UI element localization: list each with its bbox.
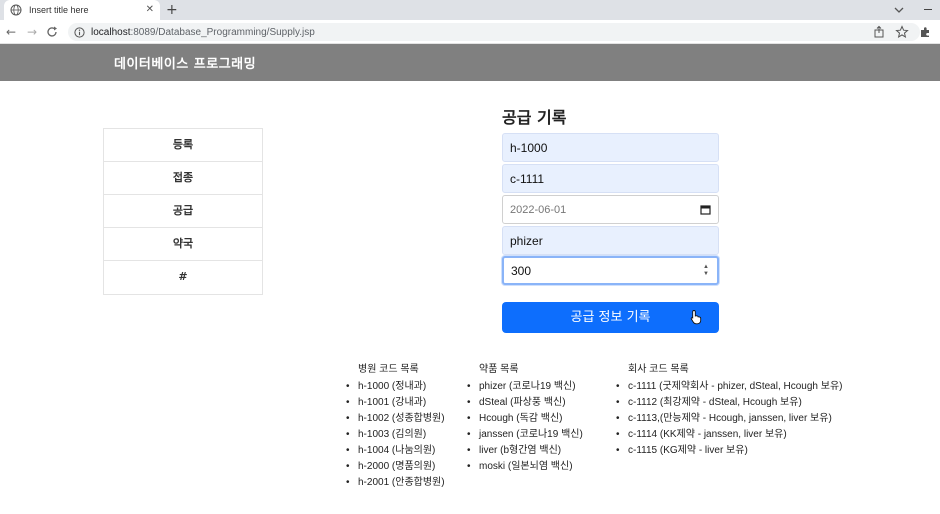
quantity-input[interactable]: 300 ▲ ▼ xyxy=(502,256,719,285)
hospital-code-list: 병원 코드 목록 h-1000 (정내과) h-1001 (강내과) h-100… xyxy=(346,360,445,491)
chevron-down-icon[interactable] xyxy=(892,3,906,17)
forward-arrow-icon[interactable]: → xyxy=(25,25,39,39)
supply-date-input[interactable]: 2022-06-01 xyxy=(502,195,719,224)
extensions-icon[interactable] xyxy=(918,25,932,39)
list-item: c-1114 (KK제약 - janssen, liver 보유) xyxy=(616,427,842,443)
calendar-icon[interactable] xyxy=(700,204,711,215)
list-item: h-2001 (안종합병원) xyxy=(346,475,445,491)
vaccine-input[interactable]: phizer xyxy=(502,226,719,255)
url-text: localhost:8089/Database_Programming/Supp… xyxy=(91,27,315,38)
list-item: c-1115 (KG제약 - liver 보유) xyxy=(616,443,842,459)
tab-title: Insert title here xyxy=(29,5,89,15)
menu-item-supply[interactable]: 공급 xyxy=(104,195,262,228)
list-item: moski (일본뇌염 백신) xyxy=(467,459,583,475)
back-arrow-icon[interactable]: ← xyxy=(4,25,18,39)
list-item: h-1004 (나눔의원) xyxy=(346,443,445,459)
info-icon[interactable] xyxy=(74,26,85,38)
vaccine-value: phizer xyxy=(510,233,543,248)
list-item: h-1000 (정내과) xyxy=(346,379,445,395)
submit-supply-button[interactable]: 공급 정보 기록 xyxy=(502,302,719,333)
list-item: Hcough (독감 백신) xyxy=(467,411,583,427)
list-item: janssen (코로나19 백신) xyxy=(467,427,583,443)
company-code-input[interactable]: c-1111 xyxy=(502,164,719,193)
globe-icon xyxy=(10,4,22,16)
address-bar[interactable]: localhost:8089/Database_Programming/Supp… xyxy=(68,23,920,41)
form-title: 공급 기록 xyxy=(502,108,567,127)
hospital-code-input[interactable]: h-1000 xyxy=(502,133,719,162)
list-item: h-1003 (김의원) xyxy=(346,427,445,443)
browser-tab-strip: Insert title here ✕ + xyxy=(0,0,940,20)
list-item: phizer (코로나19 백신) xyxy=(467,379,583,395)
share-icon[interactable] xyxy=(872,25,886,39)
site-header: 데이터베이스 프로그래밍 xyxy=(0,44,940,81)
list-item: liver (b형간염 백신) xyxy=(467,443,583,459)
new-tab-button[interactable]: + xyxy=(166,2,178,18)
url-path: :8089/Database_Programming/Supply.jsp xyxy=(130,26,315,38)
list-item: h-1001 (강내과) xyxy=(346,395,445,411)
list-item: h-1002 (성종합병원) xyxy=(346,411,445,427)
company-code-list: 회사 코드 목록 c-1111 (굿제약회사 - phizer, dSteal,… xyxy=(616,360,842,459)
tab-close-icon[interactable]: ✕ xyxy=(146,5,154,15)
list-item: h-2000 (명품의원) xyxy=(346,459,445,475)
site-brand-link[interactable]: 데이터베이스 프로그래밍 xyxy=(114,53,256,72)
menu-item-pharmacy[interactable]: 약국 xyxy=(104,228,262,261)
menu-item-vaccination[interactable]: 접종 xyxy=(104,162,262,195)
hand-cursor-icon xyxy=(690,310,702,325)
vaccine-list-heading: 약품 목록 xyxy=(479,364,519,375)
hospital-code-value: h-1000 xyxy=(510,140,548,155)
menu-item-register[interactable]: 등록 xyxy=(104,129,262,162)
company-code-value: c-1111 xyxy=(510,171,545,186)
supply-date-value: 2022-06-01 xyxy=(510,203,567,216)
browser-toolbar: ← → localhost:8089/Database_Programming/… xyxy=(0,20,940,44)
menu-item-hash[interactable]: # xyxy=(104,261,262,294)
quantity-value: 300 xyxy=(511,263,532,278)
reload-icon[interactable] xyxy=(45,25,59,39)
list-item: dSteal (파상풍 백신) xyxy=(467,395,583,411)
company-list-heading: 회사 코드 목록 xyxy=(628,364,689,375)
browser-tab[interactable]: Insert title here ✕ xyxy=(4,0,160,20)
star-icon[interactable] xyxy=(895,25,909,39)
quantity-stepper[interactable]: ▲ ▼ xyxy=(702,264,710,278)
list-item: c-1111 (굿제약회사 - phizer, dSteal, Hcough 보… xyxy=(616,379,842,395)
hospital-list-heading: 병원 코드 목록 xyxy=(358,364,419,375)
vaccine-list: 약품 목록 phizer (코로나19 백신) dSteal (파상풍 백신) … xyxy=(467,360,583,475)
side-menu: 등록 접종 공급 약국 # xyxy=(103,128,263,295)
list-item: c-1113,(만능제약 - Hcough, janssen, liver 보유… xyxy=(616,411,842,427)
url-host: localhost xyxy=(91,26,131,38)
list-item: c-1112 (최강제약 - dSteal, Hcough 보유) xyxy=(616,395,842,411)
minimize-icon[interactable] xyxy=(924,9,932,10)
